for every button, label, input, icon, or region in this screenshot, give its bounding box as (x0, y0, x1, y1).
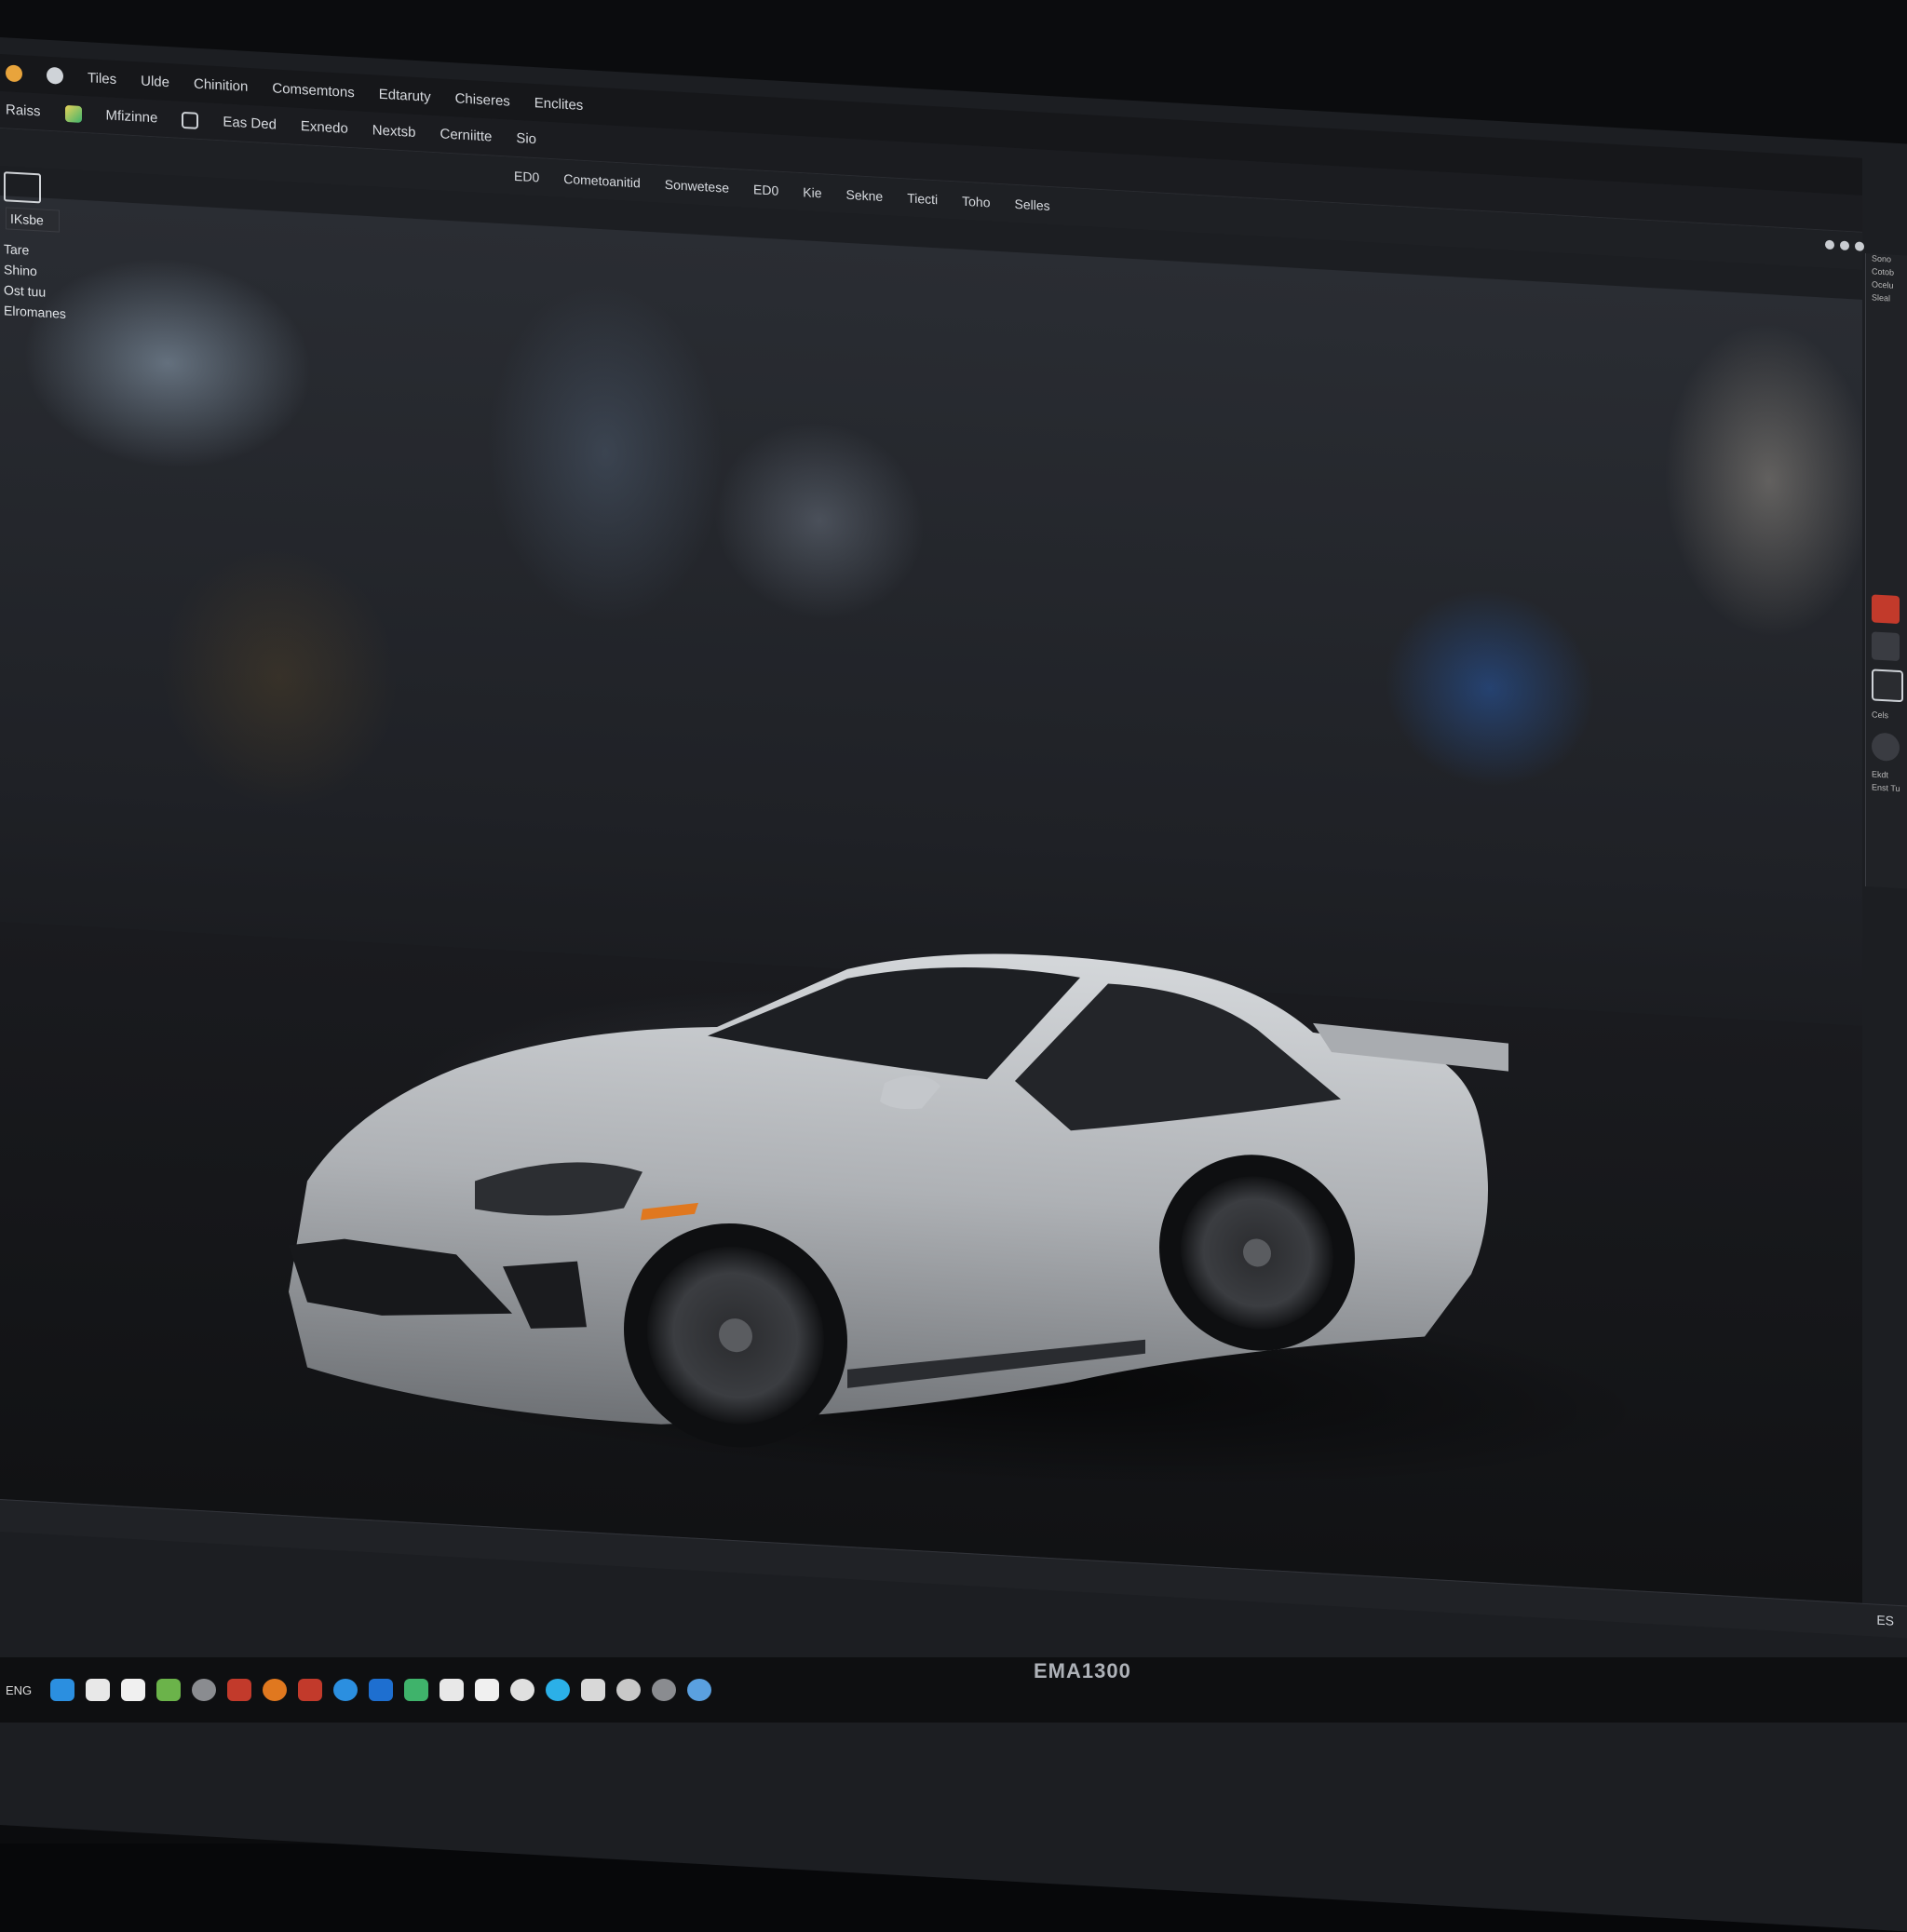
sub-toolbar-spacer (6, 147, 490, 174)
toolbar-item-eas-ded[interactable]: Eas Ded (223, 114, 277, 132)
palette-icon[interactable] (64, 104, 82, 123)
property-label: Cels (1872, 709, 1889, 721)
subbar-item-cometoanitid[interactable]: Cometoanitid (563, 171, 641, 191)
app-logo-icon (6, 64, 22, 83)
white-app-icon[interactable] (440, 1679, 465, 1701)
chat-icon[interactable] (581, 1679, 606, 1701)
sparkle-icon[interactable] (1872, 631, 1900, 662)
taskbar: ENG (0, 1657, 1907, 1723)
3d-viewport[interactable] (0, 196, 1862, 1603)
subbar-item-toho[interactable]: Toho (962, 194, 990, 210)
toolbar-item-cerniitte[interactable]: Cerniitte (440, 126, 492, 144)
toolbar-item-nextsb[interactable]: Nextsb (372, 122, 416, 141)
language-indicator[interactable]: ENG (6, 1683, 32, 1697)
menu-item-chinition[interactable]: Chinition (194, 75, 248, 94)
outliner-header: IKsbe (6, 207, 60, 233)
status-text: ES (1876, 1612, 1894, 1628)
properties-panel: Sono Cotob Ocelu Sleal Cels Ekdt Enst Tu (1865, 252, 1907, 889)
settings-icon[interactable] (616, 1679, 642, 1701)
material-icon[interactable] (1872, 594, 1900, 625)
app-icon[interactable] (156, 1679, 182, 1701)
menu-item-tiles[interactable]: Tiles (88, 70, 116, 88)
chrome-icon[interactable] (510, 1679, 535, 1701)
menu-item-comsemtons[interactable]: Comsemtons (272, 80, 354, 101)
subbar-item-ed0-2[interactable]: ED0 (753, 182, 778, 198)
subbar-item-selles[interactable]: Selles (1014, 196, 1049, 213)
monitor-bezel: Tiles Ulde Chinition Comsemtons Edtaruty… (0, 0, 1907, 1932)
toolbar-item-mfizinne[interactable]: Mfizinne (106, 107, 158, 126)
property-label: Enst Tu (1872, 782, 1900, 794)
frame-icon[interactable] (182, 111, 199, 129)
red-app-icon-2[interactable] (298, 1679, 323, 1701)
minimize-icon[interactable] (1825, 239, 1834, 250)
monitor-icon[interactable] (1872, 669, 1903, 703)
menu-item-ulde[interactable]: Ulde (141, 73, 169, 90)
globe-app-icon[interactable] (687, 1679, 712, 1701)
panel-spacer (1866, 305, 1907, 588)
menu-item-enclites[interactable]: Enclites (534, 95, 584, 114)
blue-square-icon[interactable] (369, 1679, 394, 1701)
menu-item-edtaruty[interactable]: Edtaruty (379, 86, 431, 104)
close-icon[interactable] (1855, 241, 1864, 251)
globe-icon (47, 66, 63, 85)
start-icon[interactable] (50, 1679, 75, 1701)
menu-item-chiseres[interactable]: Chiseres (455, 90, 510, 109)
subbar-item-sekne[interactable]: Sekne (845, 187, 883, 204)
red-app-icon[interactable] (227, 1679, 252, 1701)
edge-icon[interactable] (546, 1679, 571, 1701)
orange-app-icon[interactable] (263, 1679, 288, 1701)
toolbar-item-exnedo[interactable]: Exnedo (301, 118, 348, 137)
sphere-icon[interactable] (1872, 732, 1900, 763)
toolbar-item-sio[interactable]: Sio (516, 130, 536, 147)
panel-toggle-icon[interactable] (4, 171, 41, 204)
monitor-brand: EMA1300 (1034, 1659, 1131, 1682)
toolbar-item-raiss[interactable]: Raiss (6, 101, 41, 119)
subbar-item-ed0[interactable]: ED0 (514, 169, 539, 185)
document-icon[interactable] (475, 1679, 500, 1701)
gray-app-icon[interactable] (652, 1679, 677, 1701)
folder-icon[interactable] (121, 1679, 146, 1701)
screen: Tiles Ulde Chinition Comsemtons Edtaruty… (0, 37, 1907, 1932)
subbar-item-tiecti[interactable]: Tiecti (907, 190, 938, 207)
subbar-item-sonwetese[interactable]: Sonwetese (665, 177, 729, 196)
circle-app-icon[interactable] (192, 1679, 217, 1701)
car-model[interactable] (270, 899, 1667, 1555)
outliner-panel: IKsbe Tare Shino Ost tuu Elromanes (0, 168, 84, 325)
green-app-icon[interactable] (404, 1679, 429, 1701)
subbar-item-kie[interactable]: Kie (803, 184, 821, 200)
file-icon[interactable] (86, 1679, 111, 1701)
blue-app-icon[interactable] (333, 1679, 358, 1701)
maximize-icon[interactable] (1840, 240, 1849, 251)
